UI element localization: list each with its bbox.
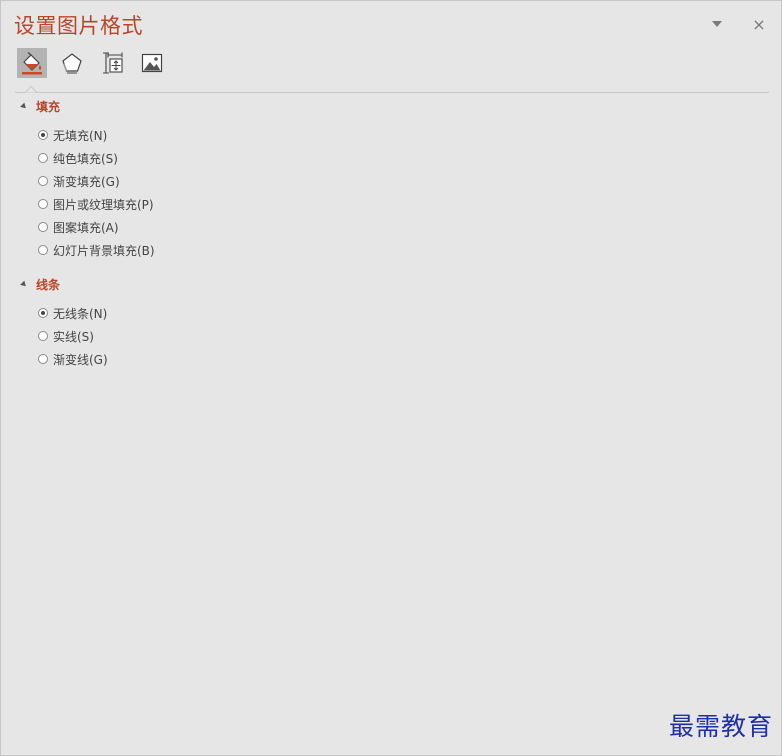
fill-option-slide-background[interactable]: 幻灯片背景填充(B) xyxy=(38,242,155,258)
collapse-triangle-icon xyxy=(20,280,28,289)
option-label: 无填充(N) xyxy=(53,128,108,143)
watermark-logo: 最需教育 xyxy=(668,712,773,741)
option-label: 纯色填充(S) xyxy=(53,151,118,166)
fill-option-picture-texture[interactable]: 图片或纹理填充(P) xyxy=(38,196,154,212)
collapse-triangle-icon xyxy=(20,102,28,111)
radio-button[interactable] xyxy=(38,245,48,255)
radio-button[interactable] xyxy=(38,176,48,186)
line-option-gradient[interactable]: 渐变线(G) xyxy=(38,351,108,367)
tab-fill-line[interactable] xyxy=(17,48,47,78)
radio-button[interactable] xyxy=(38,222,48,232)
tab-size-properties[interactable] xyxy=(97,48,127,78)
effects-pentagon-icon xyxy=(62,53,82,74)
radio-button[interactable] xyxy=(38,308,48,318)
radio-button[interactable] xyxy=(38,331,48,341)
radio-button[interactable] xyxy=(38,130,48,140)
close-button[interactable]: × xyxy=(748,13,770,35)
line-section-header[interactable]: 线条 xyxy=(20,276,61,293)
fill-section-title: 填充 xyxy=(36,100,61,114)
toolbar-divider xyxy=(15,92,769,93)
fill-section-header[interactable]: 填充 xyxy=(20,98,61,115)
active-tab-pointer xyxy=(25,85,37,93)
option-label: 实线(S) xyxy=(53,329,94,344)
line-option-no-line[interactable]: 无线条(N) xyxy=(38,305,107,321)
fill-option-no-fill[interactable]: 无填充(N) xyxy=(38,127,107,143)
fill-option-gradient[interactable]: 渐变填充(G) xyxy=(38,173,120,189)
pane-options-button[interactable] xyxy=(706,13,728,35)
size-properties-icon xyxy=(103,52,123,74)
radio-button[interactable] xyxy=(38,153,48,163)
tab-picture[interactable] xyxy=(137,48,167,78)
fill-option-solid[interactable]: 纯色填充(S) xyxy=(38,150,118,166)
option-label: 幻灯片背景填充(B) xyxy=(53,243,155,258)
option-label: 渐变填充(G) xyxy=(53,174,120,189)
option-label: 图片或纹理填充(P) xyxy=(53,197,154,212)
format-picture-pane: 设置图片格式 × 填充 无填充(N) 纯色填充(S) 渐变填充(G) 图片或纹理… xyxy=(0,0,782,756)
option-label: 图案填充(A) xyxy=(53,220,119,235)
line-option-solid[interactable]: 实线(S) xyxy=(38,328,94,344)
tab-effects[interactable] xyxy=(57,48,87,78)
radio-button[interactable] xyxy=(38,199,48,209)
option-label: 渐变线(G) xyxy=(53,352,108,367)
radio-button[interactable] xyxy=(38,354,48,364)
line-section-title: 线条 xyxy=(36,278,61,292)
fill-option-pattern[interactable]: 图案填充(A) xyxy=(38,219,119,235)
pane-title: 设置图片格式 xyxy=(14,14,143,38)
fill-line-icon xyxy=(22,52,42,75)
option-label: 无线条(N) xyxy=(53,306,108,321)
close-icon: × xyxy=(752,14,766,34)
picture-icon xyxy=(141,53,163,73)
chevron-down-icon xyxy=(712,21,722,27)
